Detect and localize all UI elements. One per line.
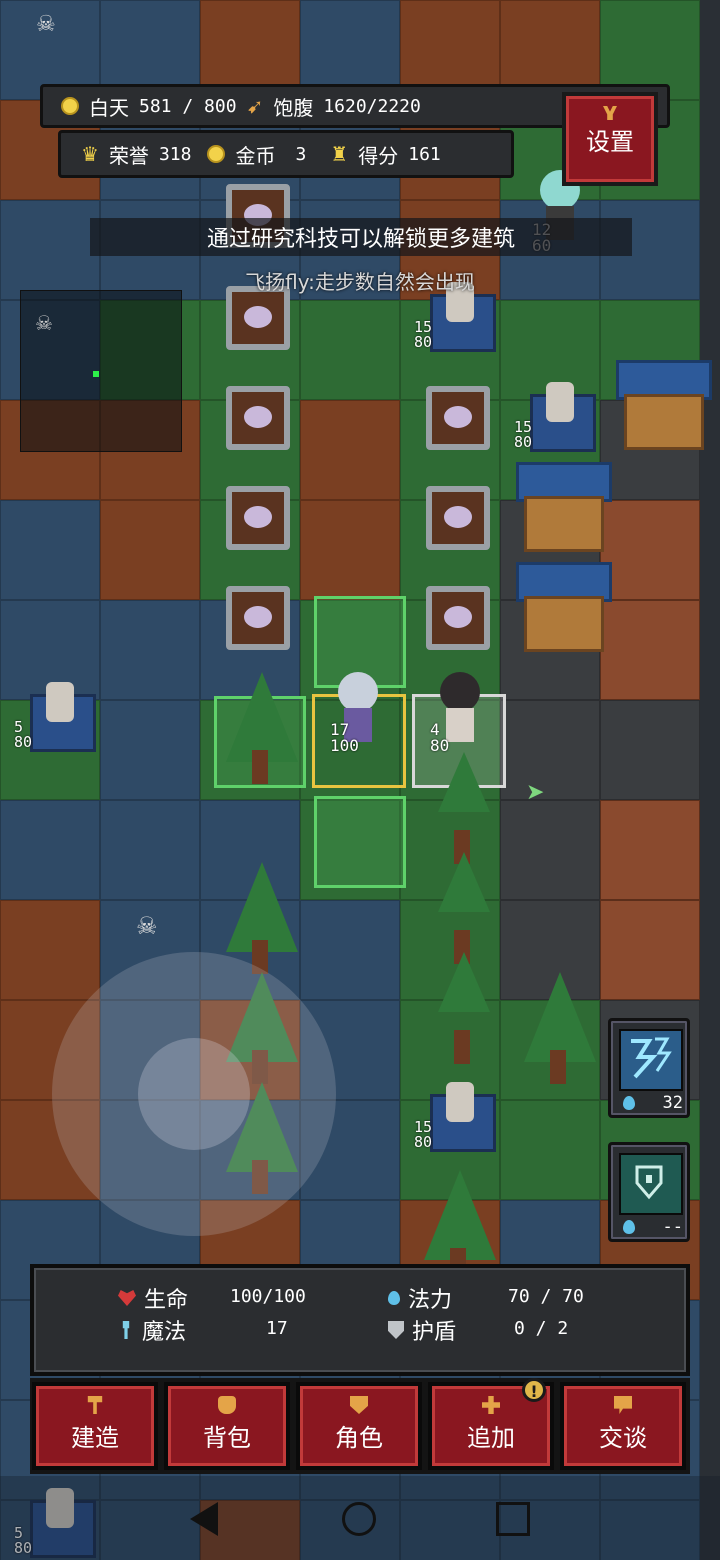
honor-value: 318 xyxy=(158,143,192,165)
joystick-knob[interactable] xyxy=(138,1038,250,1150)
tree[interactable] xyxy=(222,672,302,792)
skull-icon: ☠ xyxy=(35,311,53,335)
turnip-plot[interactable] xyxy=(226,286,290,350)
magic-label: 魔法 xyxy=(142,1320,187,1345)
mp-value: 70 / 70 xyxy=(508,1286,584,1307)
magic-value: 17 xyxy=(266,1318,288,1339)
trophy-icon: ♜ xyxy=(330,142,349,166)
turnip-plot[interactable] xyxy=(226,386,290,450)
heart-icon xyxy=(118,1290,136,1306)
day-label: 白天 xyxy=(89,95,129,120)
character-button[interactable]: 角色 xyxy=(296,1382,422,1470)
action-bar: 建造 背包 角色 追加 ! 交谈 xyxy=(30,1378,690,1474)
mana-potion-icon xyxy=(388,1291,400,1305)
sun-icon xyxy=(61,97,79,115)
mana-drop-icon xyxy=(623,1220,635,1234)
recents-icon[interactable] xyxy=(496,1502,530,1536)
tree[interactable] xyxy=(424,952,504,1072)
hp-value: 100/100 xyxy=(230,1286,306,1307)
virtual-joystick[interactable] xyxy=(52,952,336,1236)
turnip-plot[interactable] xyxy=(426,486,490,550)
house-building[interactable] xyxy=(616,360,712,450)
hunger-label: 饱腹 xyxy=(273,95,314,120)
skull-icon: ☠ xyxy=(36,12,56,37)
skill-cost: 32 xyxy=(662,1093,683,1113)
turnip-icon xyxy=(244,506,272,528)
skill-cost: -- xyxy=(662,1217,683,1237)
system-nav-bar xyxy=(0,1476,720,1560)
magic-staff-icon xyxy=(122,1321,130,1339)
gold-value: 3 xyxy=(295,143,307,165)
hp-label: 生命 xyxy=(144,1288,189,1313)
house-building[interactable] xyxy=(516,562,612,652)
ally-stats: 4 80 xyxy=(430,720,450,755)
crown-icon: ♛ xyxy=(81,142,99,166)
tower-stats: 15 80 xyxy=(514,418,533,451)
settings-label: 设置 xyxy=(586,128,634,156)
hero-stats: 17 100 xyxy=(330,720,359,755)
skill-shield[interactable]: -- xyxy=(608,1142,690,1242)
gold-label: 金币 xyxy=(235,143,276,168)
house-building[interactable] xyxy=(516,462,612,552)
shield-rune-icon xyxy=(619,1153,683,1215)
shield-label: 护盾 xyxy=(412,1320,457,1345)
selection-tile[interactable] xyxy=(314,796,406,888)
player-stats-panel: 生命 100/100 法力 70 / 70 魔法 17 护盾 0 / 2 xyxy=(30,1264,690,1376)
tip-message: 通过研究科技可以解锁更多建筑 xyxy=(90,218,632,256)
turnip-icon xyxy=(244,606,272,628)
skull-icon: ☠ xyxy=(136,912,158,940)
tower-stats: 15 80 xyxy=(414,318,433,351)
defense-tower[interactable]: 15 80 xyxy=(514,376,600,456)
turnip-icon xyxy=(444,506,472,528)
plus-icon xyxy=(482,1396,500,1414)
settings-button[interactable]: 设置 xyxy=(562,92,658,186)
settings-icon xyxy=(603,106,617,120)
add-button[interactable]: 追加 ! xyxy=(428,1378,554,1470)
bag-icon xyxy=(218,1396,236,1414)
turnip-plot[interactable] xyxy=(426,586,490,650)
honor-label: 荣誉 xyxy=(108,143,149,168)
shield-icon xyxy=(350,1396,368,1414)
minimap[interactable]: ☠ xyxy=(20,290,182,452)
hunger-icon: ➹ xyxy=(246,94,264,118)
turnip-icon xyxy=(244,306,272,328)
turnip-icon xyxy=(444,606,472,628)
mana-drop-icon xyxy=(623,1096,635,1110)
mp-label: 法力 xyxy=(408,1288,453,1313)
score-value: 161 xyxy=(408,143,441,165)
tower-stats: 5 80 xyxy=(14,718,33,751)
talk-button[interactable]: 交谈 xyxy=(560,1382,686,1470)
tree[interactable] xyxy=(520,972,600,1092)
home-icon[interactable] xyxy=(342,1502,376,1536)
turnip-plot[interactable] xyxy=(226,586,290,650)
turnip-icon xyxy=(444,406,472,428)
shield-value: 0 / 2 xyxy=(514,1318,569,1339)
tower-stats: 15 80 xyxy=(414,1118,433,1151)
score-label: 得分 xyxy=(358,143,399,168)
notification-badge: ! xyxy=(522,1378,546,1402)
turnip-icon xyxy=(244,406,272,428)
defense-tower[interactable]: 5 80 xyxy=(14,676,100,756)
gold-coin-icon xyxy=(207,145,226,163)
turnip-plot[interactable] xyxy=(426,386,490,450)
day-counter: 581 / 800 xyxy=(139,95,237,117)
defense-tower[interactable]: 15 80 xyxy=(414,1076,500,1156)
player-marker xyxy=(93,371,99,377)
turnip-plot[interactable] xyxy=(226,486,290,550)
bag-button[interactable]: 背包 xyxy=(164,1382,290,1470)
lightning-rune-icon xyxy=(619,1029,683,1091)
speech-bubble-icon xyxy=(614,1396,632,1414)
skill-lightning[interactable]: 32 xyxy=(608,1018,690,1118)
move-arrow-icon: ➤ xyxy=(526,780,545,805)
score-bar: ♛ 荣誉 318 金币 3 ♜ 得分 161 xyxy=(58,130,514,178)
build-button[interactable]: 建造 xyxy=(32,1382,158,1470)
shield-icon xyxy=(388,1321,404,1339)
hunger-value: 1620/2220 xyxy=(323,95,421,117)
back-icon[interactable] xyxy=(190,1502,218,1536)
hammer-icon xyxy=(87,1396,103,1414)
